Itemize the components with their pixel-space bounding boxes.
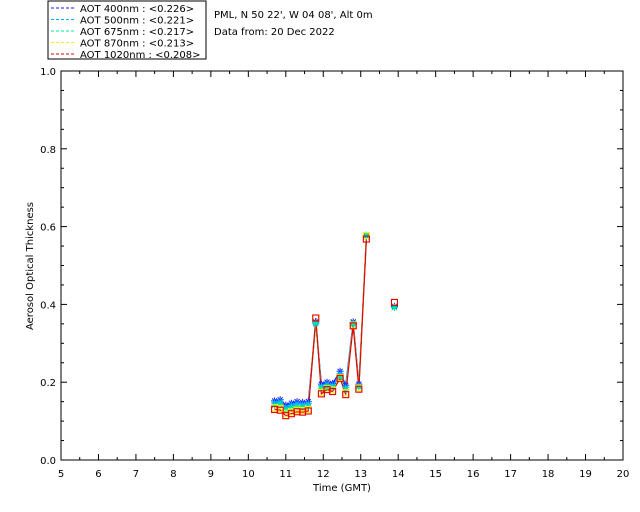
legend-label-1: AOT 500nm : <0.221> [80, 16, 194, 27]
y-tick-label: 0.2 [40, 378, 56, 389]
y-tick-label: 0.8 [40, 145, 56, 156]
x-tick-label: 11 [279, 469, 292, 480]
x-tick-label: 20 [617, 469, 630, 480]
aot-chart: AOT 400nm : <0.226>AOT 500nm : <0.221>AO… [25, 0, 629, 494]
x-tick-label: 18 [542, 469, 555, 480]
x-tick-label: 19 [579, 469, 592, 480]
x-tick-label: 14 [392, 469, 405, 480]
legend-label-2: AOT 675nm : <0.217> [80, 27, 194, 38]
date-label: Data from: 20 Dec 2022 [214, 27, 335, 38]
x-tick-label: 12 [317, 469, 330, 480]
series-markers [271, 231, 399, 420]
x-axis-label: Time (GMT) [312, 483, 371, 494]
x-tick-label: 10 [242, 469, 255, 480]
x-tick-label: 5 [58, 469, 64, 480]
location-label: PML, N 50 22', W 04 08', Alt 0m [214, 10, 373, 21]
axis-ticks: 5 6 7 8 9 10 11 12 13 14 15 16 17 18 19 20 0.0 0.2 0.4 0.6 0… [40, 67, 629, 480]
y-axis-label: Aerosol Optical Thickness [25, 202, 36, 330]
x-tick-label: 15 [429, 469, 442, 480]
x-tick-label: 8 [170, 469, 176, 480]
x-tick-label: 17 [504, 469, 517, 480]
y-tick-label: 0.6 [40, 223, 56, 234]
x-tick-label: 9 [208, 469, 214, 480]
legend-label-3: AOT 870nm : <0.213> [80, 39, 194, 50]
legend-label-0: AOT 400nm : <0.226> [80, 4, 194, 15]
y-tick-label: 0.0 [40, 456, 56, 467]
legend-label-4: AOT 1020nm : <0.208> [80, 50, 200, 61]
x-tick-label: 7 [133, 469, 139, 480]
x-tick-label: 16 [467, 469, 480, 480]
plot-frame [60, 70, 624, 461]
x-tick-label: 6 [95, 469, 101, 480]
y-tick-label: 1.0 [40, 67, 56, 78]
y-tick-label: 0.4 [40, 300, 56, 311]
x-tick-label: 13 [354, 469, 367, 480]
